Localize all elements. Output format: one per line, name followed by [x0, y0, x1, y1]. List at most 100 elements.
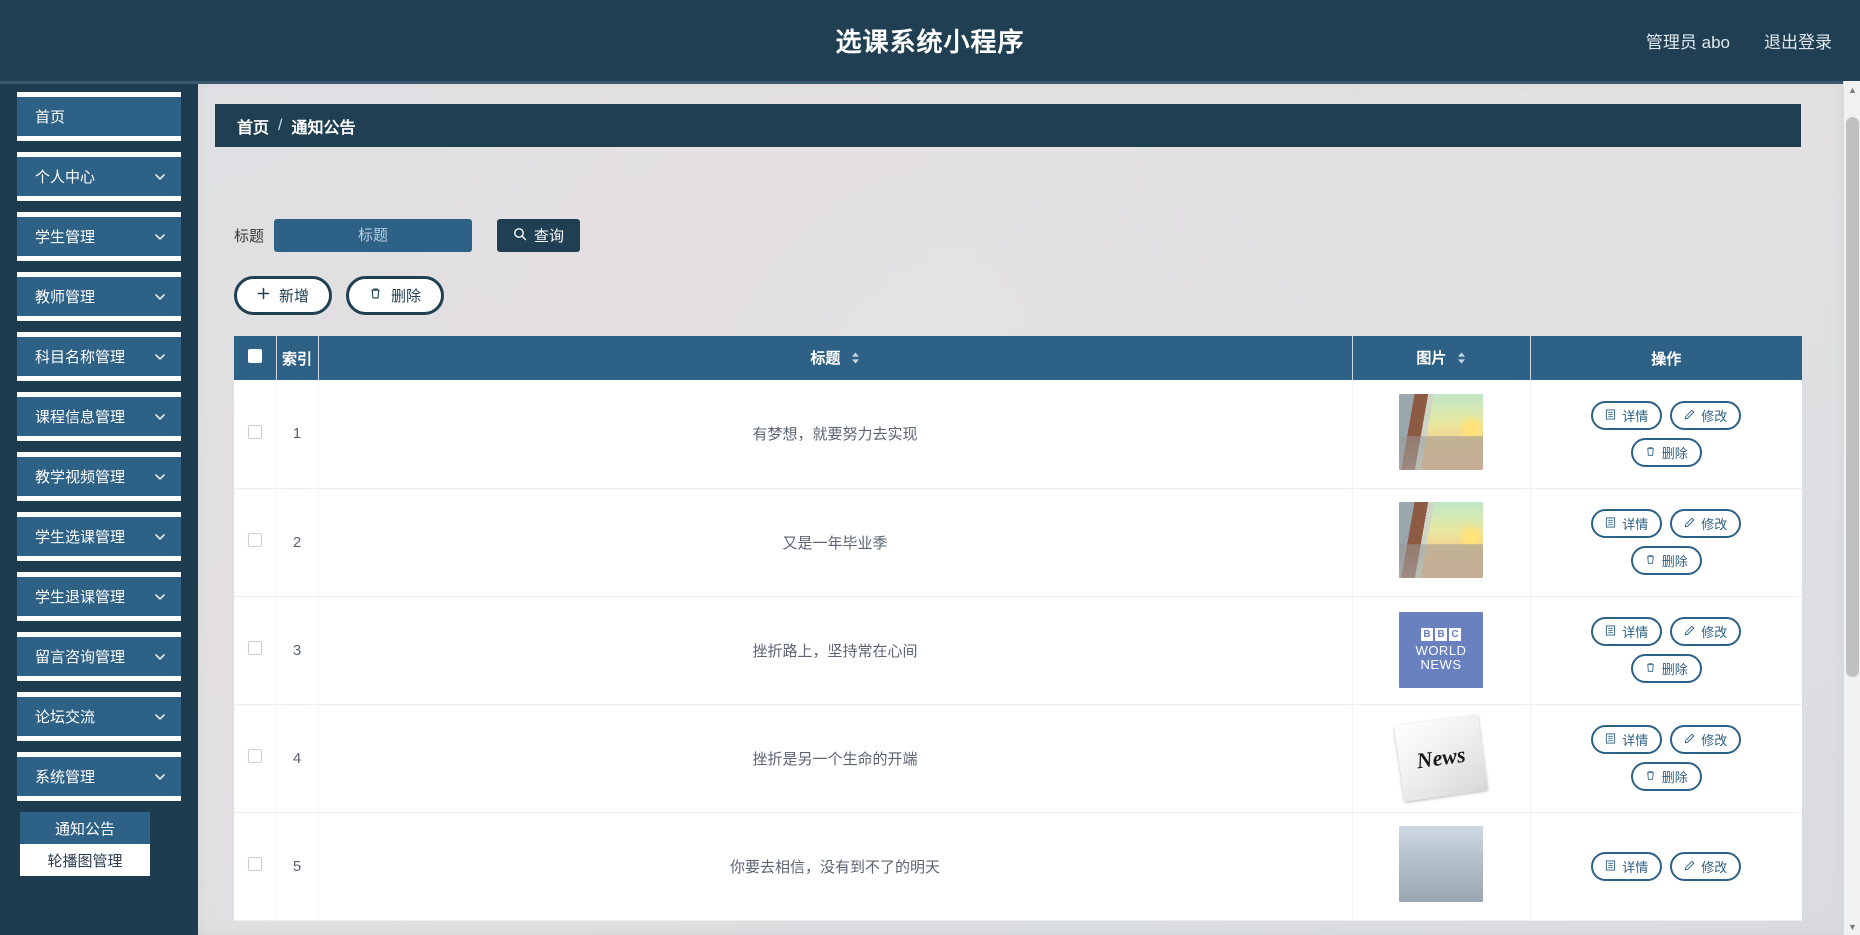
row-select-cell[interactable] [234, 488, 277, 597]
row-action-group-second: 删除 [1531, 546, 1803, 575]
delete-button[interactable]: 删除 [1630, 546, 1702, 575]
sidebar-item-course-info-management[interactable]: 课程信息管理 [17, 397, 181, 436]
sidebar-item-label: 学生管理 [35, 229, 96, 246]
document-icon [1605, 624, 1616, 639]
search-input[interactable] [274, 219, 473, 252]
sort-toggle-icon[interactable] [851, 351, 860, 369]
row-image-cell [1352, 380, 1531, 489]
table-row[interactable]: 1 有梦想，就要努力去实现 详情 修改 删除 [234, 380, 1803, 489]
header-title[interactable]: 标题 [318, 336, 1353, 380]
sidebar-item-student-course-withdrawal-management[interactable]: 学生退课管理 [17, 577, 181, 616]
row-select-cell[interactable] [234, 596, 277, 705]
sidebar-item-forum[interactable]: 论坛交流 [17, 697, 181, 736]
breadcrumb-home[interactable]: 首页 [237, 114, 269, 138]
sidebar-item-personal-center[interactable]: 个人中心 [17, 157, 181, 196]
table-toolbar: 新增 删除 [234, 276, 445, 315]
row-operation-cell: 详情 修改 删除 [1530, 380, 1803, 489]
sidebar-item-home[interactable]: 首页 [17, 97, 181, 136]
row-action-group: 详情 修改 删除 [1531, 400, 1803, 467]
row-checkbox[interactable] [247, 424, 262, 439]
row-checkbox[interactable] [247, 641, 262, 655]
sidebar-item-personal-wrap: 个人中心 [0, 152, 198, 201]
scroll-down-arrow-icon[interactable]: ▼ [1844, 918, 1860, 935]
sidebar-item-student-management[interactable]: 学生管理 [17, 217, 181, 256]
sidebar-item-system-wrap: 系统管理 [0, 752, 198, 801]
current-user-label[interactable]: 管理员 abo [1646, 28, 1730, 53]
search-button[interactable]: 查询 [497, 219, 581, 252]
delete-button[interactable]: 删除 [1630, 437, 1702, 467]
row-image-cell [1352, 812, 1531, 921]
sidebar-item-label: 首页 [35, 109, 66, 126]
table-row[interactable]: 4 挫折是另一个生命的开端 News 详情 修改 删除 [234, 704, 1802, 813]
delete-button-label: 删除 [1661, 662, 1688, 677]
edit-button[interactable]: 修改 [1670, 851, 1742, 881]
header-select-all[interactable] [234, 336, 277, 380]
pencil-icon [1684, 859, 1695, 874]
sidebar-item-subject-name-management[interactable]: 科目名称管理 [17, 337, 181, 376]
pencil-icon [1684, 516, 1695, 531]
sidebar-item-message-consultation-management[interactable]: 留言咨询管理 [17, 637, 181, 676]
sidebar-subitem-notice-announcement[interactable]: 通知公告 [20, 812, 150, 844]
row-index-cell: 4 [276, 704, 319, 813]
vertical-scrollbar-thumb[interactable] [1846, 117, 1859, 677]
menu-divider [17, 676, 181, 681]
logout-link[interactable]: 退出登录 [1764, 28, 1832, 53]
document-icon [1605, 859, 1616, 874]
vertical-scrollbar[interactable]: ▲ ▼ [1843, 81, 1860, 935]
chevron-down-icon [153, 710, 167, 724]
detail-button[interactable]: 详情 [1591, 725, 1663, 754]
sidebar-item-label: 论坛交流 [35, 709, 96, 726]
edit-button[interactable]: 修改 [1670, 617, 1742, 646]
notice-thumbnail-image[interactable] [1399, 393, 1483, 470]
sidebar-item-label: 教师管理 [35, 289, 96, 306]
header-title-label: 标题 [810, 350, 841, 368]
row-title-cell: 挫折是另一个生命的开端 [318, 704, 1353, 813]
table-header: 索引 标题 图片 操作 [234, 336, 1802, 380]
edit-button[interactable]: 修改 [1670, 400, 1742, 430]
menu-divider [17, 616, 181, 621]
chevron-down-icon [153, 650, 167, 664]
row-select-cell[interactable] [234, 812, 277, 921]
notice-thumbnail-image[interactable]: B B C WORLD NEWS [1399, 612, 1483, 688]
scroll-up-arrow-icon[interactable]: ▲ [1844, 81, 1860, 98]
sidebar-item-label: 课程信息管理 [35, 409, 126, 426]
sidebar-item-video-wrap: 教学视频管理 [0, 452, 198, 501]
row-title-cell: 有梦想，就要努力去实现 [318, 380, 1353, 489]
menu-divider [17, 556, 181, 561]
notice-thumbnail-image[interactable]: News [1394, 714, 1488, 802]
select-all-checkbox[interactable] [247, 349, 262, 363]
row-checkbox[interactable] [247, 749, 262, 763]
bbc-letter-c: C [1449, 628, 1461, 642]
notice-thumbnail-image[interactable] [1399, 502, 1483, 578]
notice-thumbnail-image[interactable] [1399, 826, 1483, 902]
sidebar-subitem-carousel-management[interactable]: 轮播图管理 [20, 844, 150, 876]
sort-toggle-icon[interactable] [1457, 351, 1466, 369]
sidebar-item-teaching-video-management[interactable]: 教学视频管理 [17, 457, 181, 496]
sidebar-item-course-wrap: 课程信息管理 [0, 392, 198, 441]
row-select-cell[interactable] [234, 380, 277, 489]
edit-button[interactable]: 修改 [1670, 725, 1742, 754]
row-checkbox[interactable] [247, 857, 262, 871]
sidebar-item-select-course-wrap: 学生选课管理 [0, 512, 198, 561]
add-button[interactable]: 新增 [234, 276, 333, 315]
sidebar-item-system-management[interactable]: 系统管理 [17, 757, 181, 796]
detail-button[interactable]: 详情 [1591, 851, 1663, 881]
row-image-cell [1352, 488, 1531, 597]
batch-delete-button[interactable]: 删除 [346, 276, 445, 315]
detail-button[interactable]: 详情 [1591, 400, 1663, 430]
table-row[interactable]: 3 挫折路上，坚持常在心间 B B C WORLD NEWS 详情 修改 删除 [234, 596, 1803, 705]
row-select-cell[interactable] [234, 704, 277, 813]
detail-button[interactable]: 详情 [1591, 509, 1663, 538]
header-image[interactable]: 图片 [1352, 336, 1531, 380]
row-action-group-second: 删除 [1531, 654, 1803, 683]
sidebar-item-teacher-management[interactable]: 教师管理 [17, 277, 181, 316]
detail-button[interactable]: 详情 [1591, 617, 1663, 646]
edit-button[interactable]: 修改 [1670, 509, 1742, 538]
row-checkbox[interactable] [247, 533, 262, 547]
delete-button[interactable]: 删除 [1630, 762, 1702, 791]
table-row[interactable]: 5 你要去相信，没有到不了的明天 详情 修改 [234, 812, 1802, 921]
table-row[interactable]: 2 又是一年毕业季 详情 修改 删除 [234, 488, 1803, 597]
delete-button[interactable]: 删除 [1630, 654, 1702, 683]
sidebar-item-student-course-selection-management[interactable]: 学生选课管理 [17, 517, 181, 556]
plus-icon [257, 287, 270, 304]
